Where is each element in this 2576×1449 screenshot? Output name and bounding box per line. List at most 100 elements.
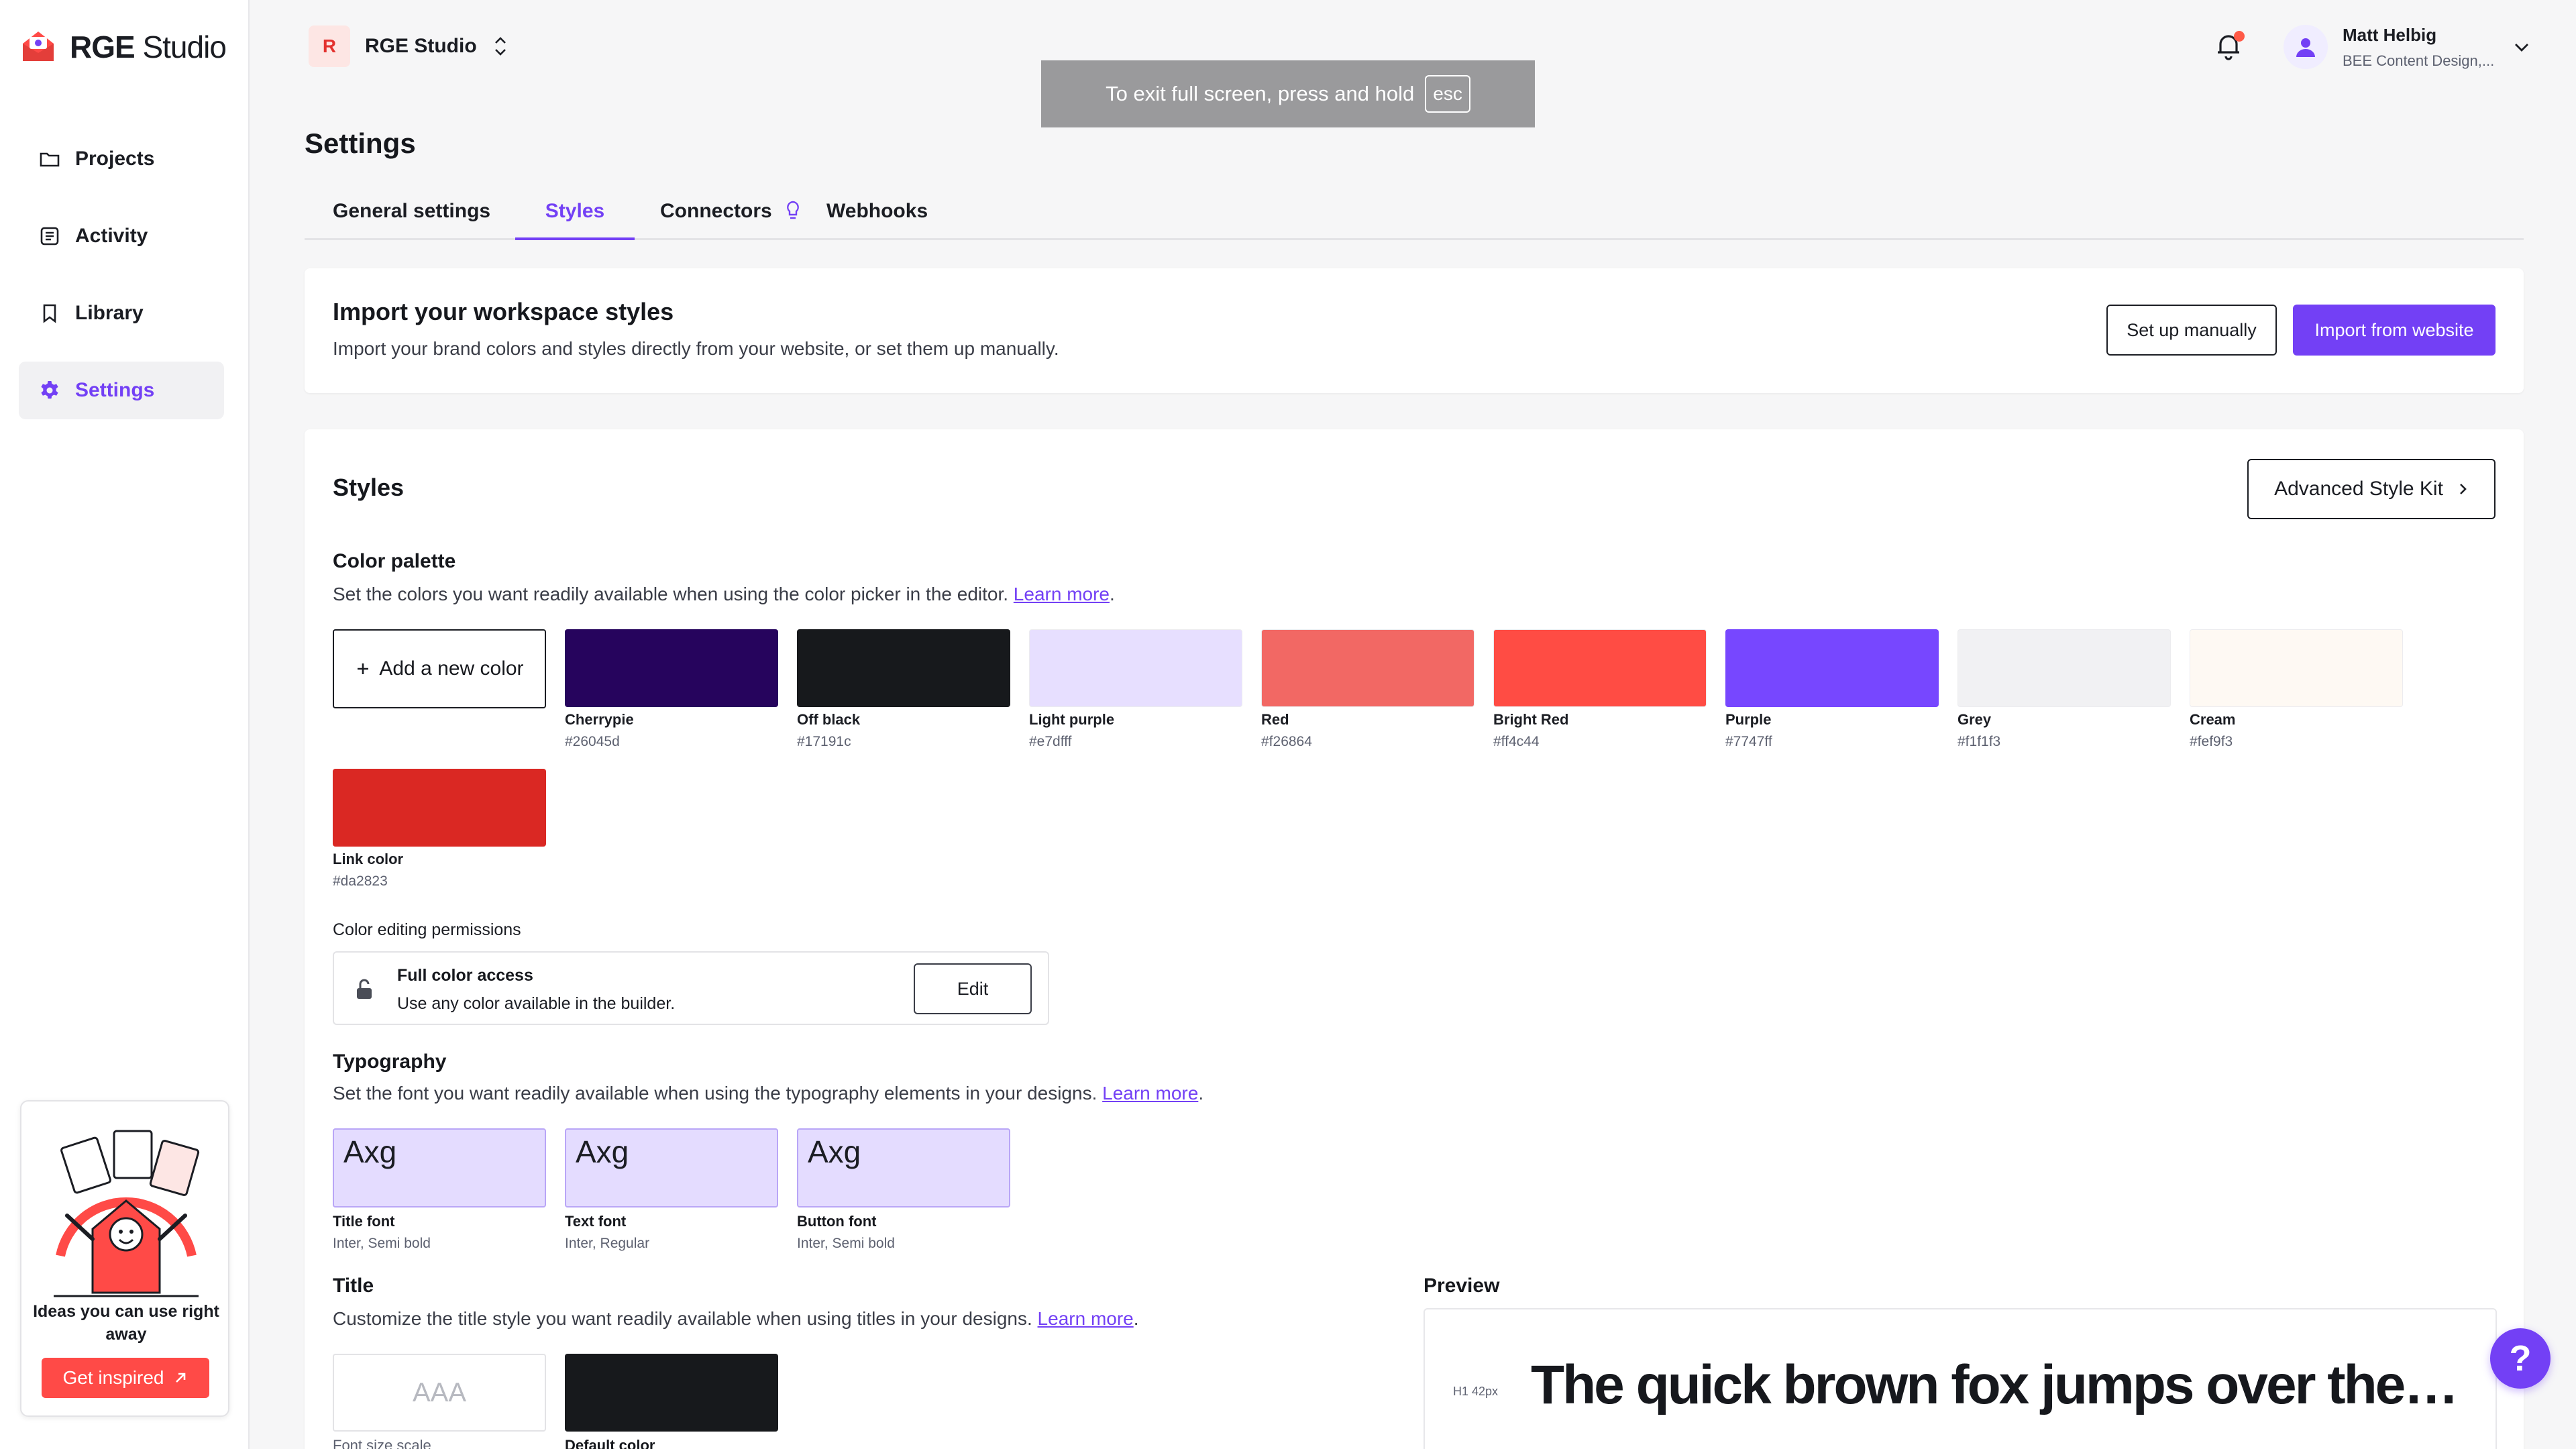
add-color-label: Add a new color <box>379 657 524 680</box>
esc-key: esc <box>1425 75 1470 113</box>
swatch-hex: #7747ff <box>1725 734 1772 749</box>
settings-tabs: General settings Styles Connectors Webho… <box>305 193 2524 240</box>
color-swatch[interactable]: Cream #fef9f3 <box>2190 629 2403 750</box>
swatch-hex: #e7dfff <box>1029 734 1072 749</box>
tab-connectors[interactable]: Connectors <box>660 200 800 240</box>
get-inspired-label: Get inspired <box>62 1367 164 1388</box>
sidebar-item-label: Settings <box>75 379 155 401</box>
preview-tag: H1 42px <box>1453 1385 1499 1398</box>
tab-general-settings[interactable]: General settings <box>333 200 490 240</box>
import-description: Import your brand colors and styles dire… <box>333 338 1059 359</box>
avatar <box>2284 25 2328 69</box>
typography-description: Set the font you want readily available … <box>333 1083 1204 1104</box>
tab-webhooks[interactable]: Webhooks <box>826 200 928 240</box>
color-swatch[interactable]: Off black #17191c <box>797 629 1010 750</box>
swatch-hex: #da2823 <box>333 873 388 889</box>
user-icon <box>2296 38 2315 57</box>
promo-text: Ideas you can use right away <box>33 1302 219 1344</box>
permissions-box: Full color access Use any color availabl… <box>333 951 1049 1025</box>
get-inspired-button[interactable]: Get inspired <box>42 1358 209 1398</box>
default-color-chip <box>565 1354 778 1432</box>
swatch-chip <box>797 629 1010 707</box>
color-swatch[interactable]: Grey #f1f1f3 <box>1957 629 2171 750</box>
workspace-switcher[interactable]: R RGE Studio <box>309 24 509 68</box>
set-up-manually-button[interactable]: Set up manually <box>2106 305 2277 356</box>
sidebar-item-label: Activity <box>75 225 148 247</box>
color-swatch[interactable]: Red #f26864 <box>1261 629 1474 750</box>
font-spec: Inter, Regular <box>565 1236 650 1251</box>
brand-name-light: Studio <box>134 30 226 64</box>
tab-label: General settings <box>333 200 491 222</box>
app-window: RGE Studio Projects Activity Library Set… <box>0 0 2576 1449</box>
sidebar-item-activity[interactable]: Activity <box>19 207 224 265</box>
typography-title: Typography <box>333 1051 447 1073</box>
user-org: BEE Content Design,... <box>2343 52 2495 69</box>
preview-text: The quick brown fox jumps over the lazy … <box>1531 1354 2470 1415</box>
import-from-website-button[interactable]: Import from website <box>2293 305 2496 356</box>
workspace-avatar: R <box>309 25 350 67</box>
font-size-scale-sample: AAA <box>333 1354 546 1432</box>
permissions-description: Use any color available in the builder. <box>397 994 676 1013</box>
typography-learn-more-link[interactable]: Learn more <box>1102 1083 1198 1104</box>
swatch-name: Bright Red <box>1493 711 1569 728</box>
advanced-style-kit-label: Advanced Style Kit <box>2274 478 2443 500</box>
title-preview-box: H1 42px The quick brown fox jumps over t… <box>1424 1308 2497 1449</box>
swatch-hex: #ff4c44 <box>1493 734 1540 749</box>
user-menu[interactable]: Matt Helbig BEE Content Design,... <box>2284 20 2532 74</box>
permissions-label: Color editing permissions <box>333 920 521 939</box>
default-color-control[interactable]: Default color <box>565 1354 778 1449</box>
font-size-scale-control[interactable]: AAA Font size scale <box>333 1354 546 1449</box>
sidebar: RGE Studio Projects Activity Library Set… <box>0 0 250 1449</box>
swatch-name: Link color <box>333 851 404 867</box>
sidebar-item-label: Projects <box>75 148 155 170</box>
font-sample: Axg <box>797 1128 1010 1208</box>
add-color-button[interactable]: Add a new color <box>333 629 546 708</box>
tab-label: Connectors <box>660 200 772 222</box>
help-label: ? <box>2509 1338 2532 1379</box>
import-title: Import your workspace styles <box>333 298 674 325</box>
font-card-title[interactable]: Axg Title font Inter, Semi bold <box>333 1128 546 1252</box>
font-card-text[interactable]: Axg Text font Inter, Regular <box>565 1128 778 1252</box>
sidebar-item-settings[interactable]: Settings <box>19 362 224 419</box>
font-card-button[interactable]: Axg Button font Inter, Semi bold <box>797 1128 1010 1252</box>
swatch-hex: #f26864 <box>1261 734 1312 749</box>
title-style-title: Title <box>333 1275 374 1297</box>
promo-card: Ideas you can use right away Get inspire… <box>20 1100 229 1417</box>
color-swatch[interactable]: Link color #da2823 <box>333 769 546 890</box>
sidebar-item-library[interactable]: Library <box>19 284 224 342</box>
advanced-style-kit-button[interactable]: Advanced Style Kit <box>2247 459 2496 519</box>
color-swatch[interactable]: Bright Red #ff4c44 <box>1493 629 1707 750</box>
swatch-name: Grey <box>1957 711 1992 728</box>
edit-permissions-button[interactable]: Edit <box>914 963 1032 1014</box>
font-name: Title font <box>333 1213 395 1230</box>
unlock-icon <box>357 979 372 999</box>
color-swatch[interactable]: Light purple #e7dfff <box>1029 629 1242 750</box>
sidebar-item-label: Library <box>75 302 144 324</box>
swatch-chip <box>1493 629 1707 707</box>
brand-logo[interactable]: RGE Studio <box>19 25 227 68</box>
swatch-chip <box>1029 629 1242 707</box>
font-spec: Inter, Semi bold <box>333 1236 431 1251</box>
chevron-up-down-icon <box>494 37 506 56</box>
color-swatch[interactable]: Cherrypie #26045d <box>565 629 778 750</box>
swatch-chip <box>1261 629 1474 707</box>
swatch-name: Cream <box>2190 711 2236 728</box>
preview-title: Preview <box>1424 1275 1500 1297</box>
color-palette-description: Set the colors you want readily availabl… <box>333 584 1115 604</box>
workspace-name: RGE Studio <box>365 35 477 57</box>
title-style-learn-more-link[interactable]: Learn more <box>1038 1308 1134 1329</box>
swatch-chip <box>565 629 778 707</box>
swatch-hex: #17191c <box>797 734 851 749</box>
swatch-name: Purple <box>1725 711 1772 728</box>
color-palette-learn-more-link[interactable]: Learn more <box>1014 584 1110 604</box>
tab-label: Styles <box>545 200 605 222</box>
notifications-button[interactable] <box>2212 30 2245 62</box>
tab-styles[interactable]: Styles <box>515 200 635 240</box>
envelope-logo-icon <box>23 32 54 61</box>
help-button[interactable]: ? <box>2490 1328 2551 1389</box>
font-spec: Inter, Semi bold <box>797 1236 895 1251</box>
color-swatch[interactable]: Purple #7747ff <box>1725 629 1939 750</box>
swatch-name: Red <box>1261 711 1289 728</box>
sidebar-item-projects[interactable]: Projects <box>19 130 224 188</box>
font-name: Button font <box>797 1213 877 1230</box>
